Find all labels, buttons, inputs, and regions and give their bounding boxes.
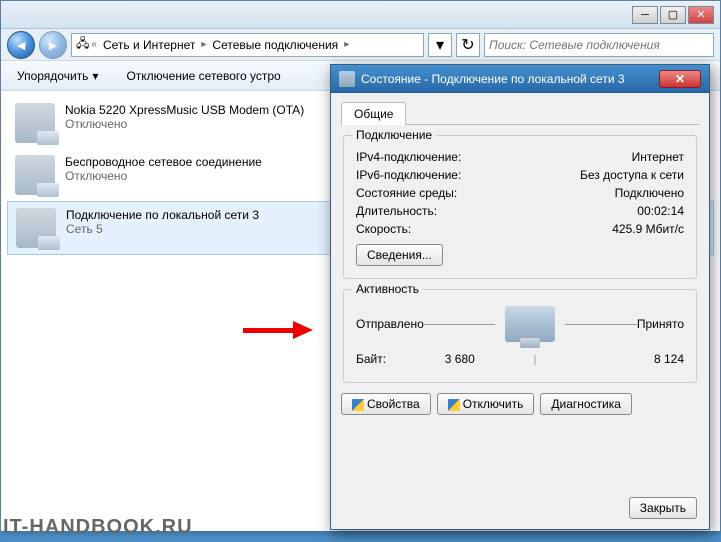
ipv6-label: IPv6-подключение: bbox=[356, 168, 461, 182]
dialog-titlebar: Состояние - Подключение по локальной сет… bbox=[331, 65, 709, 93]
ipv4-label: IPv4-подключение: bbox=[356, 150, 461, 164]
breadcrumb-seg[interactable]: Сетевые подключения bbox=[208, 36, 342, 54]
duration-value: 00:02:14 bbox=[637, 204, 684, 218]
connection-text: Nokia 5220 XpressMusic USB Modem (OTA) О… bbox=[65, 103, 304, 131]
chevron-right-icon: ▸ bbox=[342, 39, 351, 50]
minimize-button[interactable]: ─ bbox=[632, 6, 658, 24]
activity-line bbox=[424, 324, 496, 325]
dialog-body: Общие Подключение IPv4-подключение: Интер… bbox=[331, 93, 709, 423]
tab-row: Общие bbox=[341, 101, 699, 125]
refresh-button[interactable]: ↻ bbox=[456, 33, 480, 57]
diagnose-button[interactable]: Диагностика bbox=[540, 393, 632, 415]
watermark: IT-HANDBOOK.RU bbox=[3, 516, 193, 539]
bytes-sent-value: 3 680 bbox=[386, 352, 533, 366]
wifi-icon bbox=[15, 155, 55, 195]
properties-button[interactable]: Свойства bbox=[341, 393, 431, 415]
address-bar: ◄ ► 🖧 « Сеть и Интернет ▸ Сетевые подклю… bbox=[1, 29, 720, 61]
chevron-down-icon: ▾ bbox=[92, 69, 98, 83]
lan-icon bbox=[16, 208, 56, 248]
maximize-button[interactable]: ▢ bbox=[660, 6, 686, 24]
back-button[interactable]: ◄ bbox=[7, 31, 35, 59]
shield-icon bbox=[352, 399, 364, 411]
dialog-close-button[interactable]: ✕ bbox=[659, 70, 701, 88]
connection-status: Отключено bbox=[65, 169, 262, 183]
media-label: Состояние среды: bbox=[356, 186, 457, 200]
disable-device-button[interactable]: Отключение сетевого устро bbox=[118, 65, 288, 87]
group-activity-title: Активность bbox=[352, 282, 423, 296]
status-dialog: Состояние - Подключение по локальной сет… bbox=[330, 64, 710, 530]
breadcrumb-sep-icon: « bbox=[89, 39, 99, 50]
connection-status: Сеть 5 bbox=[66, 222, 259, 236]
connection-name: Nokia 5220 XpressMusic USB Modem (OTA) bbox=[65, 103, 304, 117]
tab-general[interactable]: Общие bbox=[341, 102, 406, 125]
duration-label: Длительность: bbox=[356, 204, 437, 218]
group-connection-title: Подключение bbox=[352, 128, 436, 142]
dialog-title: Состояние - Подключение по локальной сет… bbox=[361, 72, 625, 86]
connection-text: Беспроводное сетевое соединение Отключен… bbox=[65, 155, 262, 183]
breadcrumb-seg[interactable]: Сеть и Интернет bbox=[99, 36, 199, 54]
activity-line bbox=[565, 324, 637, 325]
ipv6-value: Без доступа к сети bbox=[580, 168, 684, 182]
disable-button[interactable]: Отключить bbox=[437, 393, 535, 415]
history-dropdown-button[interactable]: ▾ bbox=[428, 33, 452, 57]
connection-status: Отключено bbox=[65, 117, 304, 131]
connection-name: Беспроводное сетевое соединение bbox=[65, 155, 262, 169]
organize-button[interactable]: Упорядочить ▾ bbox=[9, 65, 106, 87]
received-label: Принято bbox=[637, 317, 684, 331]
window-titlebar: ─ ▢ ✕ bbox=[1, 1, 720, 29]
activity-diagram: Отправлено Принято bbox=[356, 300, 684, 348]
search-input[interactable] bbox=[489, 38, 709, 52]
network-icon bbox=[339, 71, 355, 87]
speed-value: 425.9 Мбит/с bbox=[612, 222, 684, 236]
media-value: Подключено bbox=[615, 186, 684, 200]
annotation-arrow bbox=[243, 323, 323, 337]
connection-name: Подключение по локальной сети 3 bbox=[66, 208, 259, 222]
computer-network-icon bbox=[505, 306, 555, 342]
group-activity: Активность Отправлено Принято Байт: 3 68… bbox=[343, 289, 697, 383]
search-box[interactable] bbox=[484, 33, 714, 57]
modem-icon bbox=[15, 103, 55, 143]
chevron-right-icon: ▸ bbox=[199, 39, 208, 50]
action-buttons: Свойства Отключить Диагностика bbox=[341, 393, 699, 415]
forward-button[interactable]: ► bbox=[39, 31, 67, 59]
organize-label: Упорядочить bbox=[17, 69, 88, 83]
close-button[interactable]: ✕ bbox=[688, 6, 714, 24]
ipv4-value: Интернет bbox=[632, 150, 684, 164]
details-button[interactable]: Сведения... bbox=[356, 244, 443, 266]
dialog-footer: Закрыть bbox=[629, 497, 697, 519]
close-button[interactable]: Закрыть bbox=[629, 497, 697, 519]
connection-text: Подключение по локальной сети 3 Сеть 5 bbox=[66, 208, 259, 236]
shield-icon bbox=[448, 399, 460, 411]
bytes-received-value: 8 124 bbox=[537, 352, 684, 366]
speed-label: Скорость: bbox=[356, 222, 411, 236]
group-connection: Подключение IPv4-подключение:Интернет IP… bbox=[343, 135, 697, 279]
breadcrumb[interactable]: 🖧 « Сеть и Интернет ▸ Сетевые подключени… bbox=[71, 33, 424, 57]
sent-label: Отправлено bbox=[356, 317, 424, 331]
bytes-label: Байт: bbox=[356, 352, 386, 366]
folder-icon: 🖧 bbox=[76, 34, 89, 55]
